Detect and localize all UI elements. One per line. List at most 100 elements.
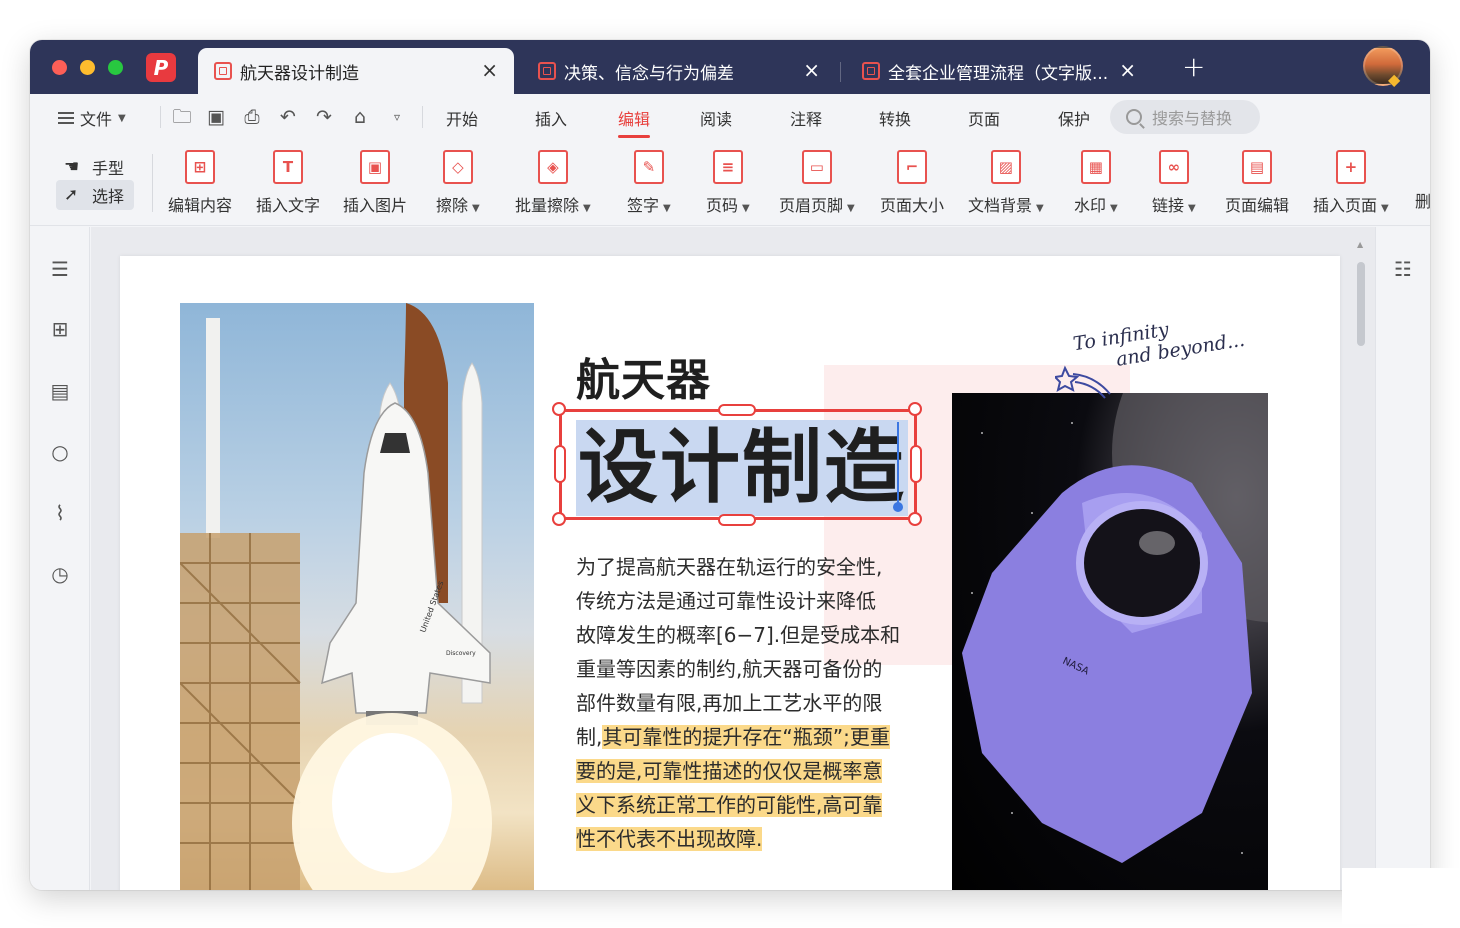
outline-menu-icon[interactable]: ☰	[48, 257, 72, 281]
thumbnails-grid-icon[interactable]: ⊞	[48, 317, 72, 341]
header-footer-icon: ▭	[802, 150, 832, 184]
paragraph-line: 制,其可靠性的提升存在“瓶颈”;更重	[576, 720, 926, 754]
left-sidebar: ☰ ⊞ ▤ ○ ⌇ ◷	[30, 227, 90, 890]
menu-edit[interactable]: 编辑	[618, 106, 650, 130]
paragraph-line: 要的是,可靠性描述的仅仅是概率意	[576, 754, 926, 788]
paragraph-line: 故障发生的概率[6−7].但是受成本和	[576, 618, 926, 652]
menu-start[interactable]: 开始	[446, 106, 478, 130]
search-replace-input[interactable]: 搜索与替换	[1110, 100, 1260, 134]
resize-handle-bottom-left[interactable]	[552, 512, 566, 526]
highlighted-text: 义下系统正常工作的可能性,高可靠	[576, 793, 882, 817]
tool-insert-page[interactable]: + 插入页面▼	[1313, 150, 1389, 216]
edit-content-icon: ⊞	[185, 150, 215, 184]
comments-icon[interactable]: ▤	[48, 379, 72, 403]
separator	[422, 106, 423, 128]
helmet-visor	[1080, 505, 1204, 621]
tower-mast	[206, 318, 220, 538]
tool-insert-text[interactable]: T 插入文字	[256, 150, 320, 216]
paragraph-line: 部件数量有限,再加上工艺水平的限	[576, 686, 926, 720]
page-edit-icon: ▤	[1242, 150, 1272, 184]
menu-insert[interactable]: 插入	[535, 106, 567, 130]
chevron-down-icon: ▼	[742, 203, 750, 214]
tab-close-icon[interactable]: ×	[1119, 59, 1136, 81]
tool-erase[interactable]: ◇ 擦除▼	[436, 150, 480, 216]
search-icon	[1126, 109, 1142, 125]
selection-end-handle[interactable]	[893, 502, 903, 512]
new-tab-button[interactable]: +	[1182, 52, 1205, 82]
menu-protect[interactable]: 保护	[1058, 106, 1090, 130]
tool-doc-background[interactable]: ▨ 文档背景▼	[968, 150, 1044, 216]
doc-background-icon: ▨	[991, 150, 1021, 184]
open-folder-icon[interactable]: 🗀	[170, 105, 194, 129]
chevron-down-icon: ▼	[118, 113, 126, 124]
hamburger-icon	[58, 112, 74, 124]
text-selection-box[interactable]	[559, 409, 917, 520]
resize-handle-bottom[interactable]	[718, 514, 756, 526]
minimize-window-button[interactable]	[80, 60, 95, 75]
tab-label: 航天器设计制造	[240, 59, 359, 84]
undo-icon[interactable]: ↶	[276, 105, 300, 129]
tool-header-footer[interactable]: ▭ 页眉页脚▼	[779, 150, 855, 216]
search-icon[interactable]: ○	[48, 440, 72, 464]
file-menu[interactable]: 文件 ▼	[58, 106, 126, 130]
resize-handle-top-right[interactable]	[908, 402, 922, 416]
tool-watermark[interactable]: ▦ 水印▼	[1074, 150, 1118, 216]
menu-read[interactable]: 阅读	[700, 106, 732, 130]
body-paragraph[interactable]: 为了提高航天器在轨运行的安全性, 传统方法是通过可靠性设计来降低 故障发生的概率…	[576, 550, 926, 856]
chevron-down-icon: ▼	[1188, 203, 1196, 214]
properties-sliders-icon[interactable]: ☷	[1391, 257, 1415, 281]
cockpit-windows	[380, 433, 410, 453]
save-icon[interactable]: ▣	[204, 105, 228, 129]
resize-handle-top[interactable]	[718, 404, 756, 416]
tool-link[interactable]: ∞ 链接▼	[1152, 150, 1196, 216]
redo-icon[interactable]: ↷	[312, 105, 336, 129]
astronaut-illustration: NASA	[952, 393, 1268, 890]
tool-page-edit[interactable]: ▤ 页面编辑	[1225, 150, 1289, 216]
tool-insert-image[interactable]: ▣ 插入图片	[343, 150, 407, 216]
home-icon[interactable]: ⌂	[348, 105, 372, 129]
tool-delete-page[interactable]: 删	[1415, 188, 1430, 212]
vertical-scrollbar[interactable]	[1357, 262, 1365, 346]
tab-document-2[interactable]: 决策、信念与行为偏差 ×	[522, 48, 836, 94]
astronaut-photo: NASA	[952, 393, 1268, 890]
resize-handle-bottom-right[interactable]	[908, 512, 922, 526]
paragraph-line: 义下系统正常工作的可能性,高可靠	[576, 788, 926, 822]
corner-watermark-area	[1342, 868, 1460, 924]
tab-label: 决策、信念与行为偏差	[564, 59, 734, 84]
tab-document-1[interactable]: 航天器设计制造 ×	[198, 48, 514, 94]
paragraph-line: 重量等因素的制约,航天器可备份的	[576, 652, 926, 686]
right-sidebar: ☷	[1375, 227, 1430, 890]
maximize-window-button[interactable]	[108, 60, 123, 75]
menu-annotate[interactable]: 注释	[790, 106, 822, 130]
app-window: P 航天器设计制造 × 决策、信念与行为偏差 × 全套企业管理流程（文字版...…	[30, 40, 1430, 890]
resize-handle-top-left[interactable]	[552, 402, 566, 416]
scroll-up-arrow-icon[interactable]: ▲	[1357, 240, 1363, 249]
hand-tool-button[interactable]: ☚ 手型	[56, 152, 134, 182]
tab-close-icon[interactable]: ×	[803, 59, 820, 81]
paragraph-line: 性不代表不出现故障.	[576, 822, 926, 856]
tool-signature[interactable]: ✎ 签字▼	[627, 150, 671, 216]
resize-handle-right[interactable]	[910, 445, 922, 483]
insert-page-icon: +	[1336, 150, 1366, 184]
page-number-icon: ≡	[713, 150, 743, 184]
chevron-down-icon: ▼	[1381, 203, 1389, 214]
attachment-icon[interactable]: ⌇	[48, 501, 72, 525]
more-dropdown-icon[interactable]: ▿	[385, 105, 409, 129]
print-icon[interactable]: ⎙	[240, 105, 264, 129]
tool-batch-erase[interactable]: ◈ 批量擦除▼	[515, 150, 591, 216]
cursor-arrow-icon: ➚	[64, 185, 86, 205]
select-tool-button[interactable]: ➚ 选择	[56, 180, 134, 210]
tab-document-3[interactable]: 全套企业管理流程（文字版... ×	[846, 48, 1156, 94]
tool-page-number[interactable]: ≡ 页码▼	[706, 150, 750, 216]
close-window-button[interactable]	[52, 60, 67, 75]
history-document-icon[interactable]: ◷	[48, 562, 72, 586]
tab-close-icon[interactable]: ×	[481, 59, 498, 81]
tool-edit-content[interactable]: ⊞ 编辑内容	[168, 150, 232, 216]
menu-convert[interactable]: 转换	[879, 106, 911, 130]
page-size-icon: ⌐	[897, 150, 927, 184]
resize-handle-left[interactable]	[554, 445, 566, 483]
tool-page-size[interactable]: ⌐ 页面大小	[880, 150, 944, 216]
menu-page[interactable]: 页面	[968, 106, 1000, 130]
app-logo-icon[interactable]: P	[146, 53, 176, 82]
signature-icon: ✎	[634, 150, 664, 184]
